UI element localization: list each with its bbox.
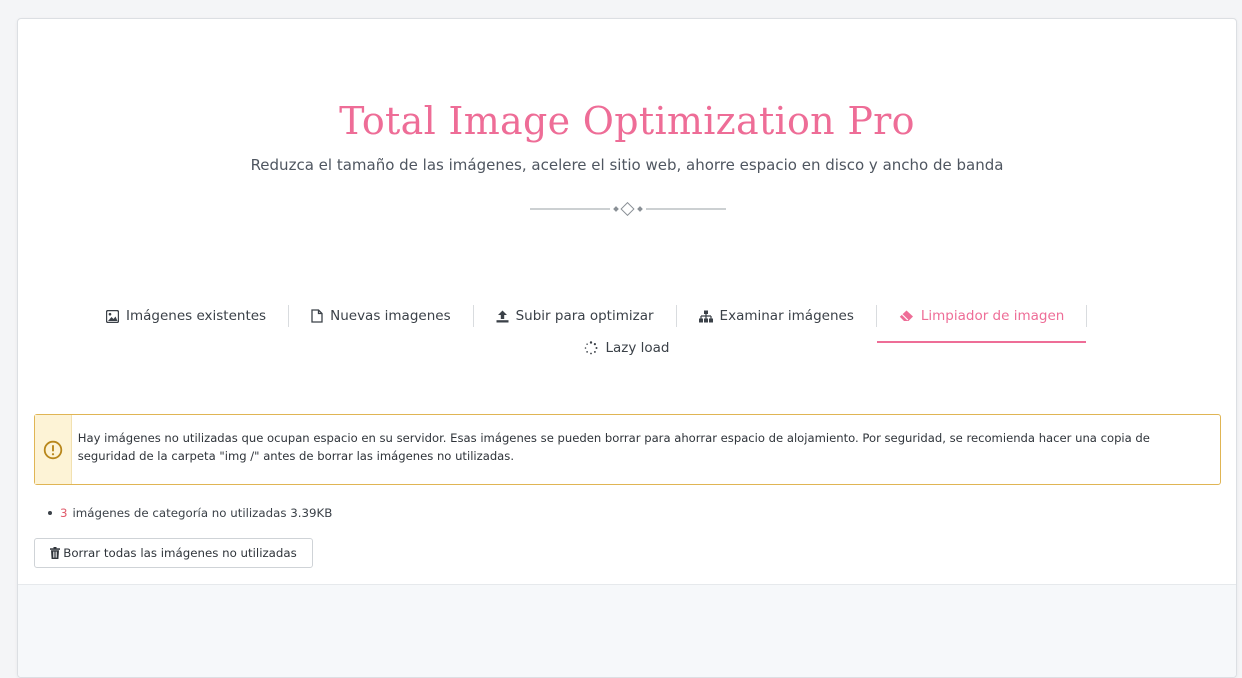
- tab-upload-optimize[interactable]: Subir para optimizar: [474, 289, 676, 343]
- tab-new-images[interactable]: Nuevas imagenes: [289, 289, 473, 343]
- delete-button-label: Borrar todas las imágenes no utilizadas: [63, 546, 297, 560]
- main-card: Total Image Optimization Pro Reduzca el …: [17, 18, 1237, 678]
- image-icon: [106, 309, 119, 323]
- tab-label: Lazy load: [605, 340, 670, 356]
- tab-browse-images[interactable]: Examinar imágenes: [677, 289, 876, 343]
- unused-images-item: 3 imágenes de categoría no utilizadas 3.…: [48, 506, 332, 520]
- tab-label: Imágenes existentes: [126, 308, 267, 324]
- tab-bar: Imágenes existentes Nuevas imagenes Subi…: [84, 289, 1088, 343]
- tab-existing-images[interactable]: Imágenes existentes: [84, 289, 288, 343]
- tab-bar-row-2: Lazy load: [18, 337, 1236, 359]
- eraser-icon: [899, 310, 914, 322]
- page-title: Total Image Optimization Pro: [339, 99, 915, 143]
- upload-icon: [496, 310, 509, 323]
- unused-description: imágenes de categoría no utilizadas 3.39…: [72, 506, 333, 520]
- tab-label: Examinar imágenes: [719, 308, 854, 324]
- delete-unused-button[interactable]: Borrar todas las imágenes no utilizadas: [34, 538, 313, 568]
- ornament-divider: [530, 202, 726, 216]
- unused-count: 3: [60, 506, 68, 520]
- tab-label: Subir para optimizar: [515, 308, 654, 324]
- sitemap-icon: [698, 310, 713, 323]
- file-icon: [311, 309, 323, 323]
- trash-icon: [50, 547, 61, 559]
- spinner-icon: [584, 341, 598, 355]
- footer-panel: [18, 584, 1236, 677]
- alert-message: Hay imágenes no utilizadas que ocupan es…: [77, 431, 1150, 463]
- page-subtitle: Reduzca el tamaño de las imágenes, acele…: [250, 156, 1004, 174]
- exclamation-circle-icon: [43, 440, 63, 459]
- tab-lazy-load[interactable]: Lazy load: [562, 337, 691, 359]
- warning-alert: Hay imágenes no utilizadas que ocupan es…: [34, 414, 1221, 485]
- bullet: [48, 511, 52, 515]
- tab-separator: [1086, 305, 1088, 327]
- alert-icon-box: [35, 415, 72, 484]
- tab-label: Limpiador de imagen: [920, 308, 1065, 324]
- tab-image-cleaner[interactable]: Limpiador de imagen: [876, 289, 1087, 343]
- tab-label: Nuevas imagenes: [330, 308, 451, 324]
